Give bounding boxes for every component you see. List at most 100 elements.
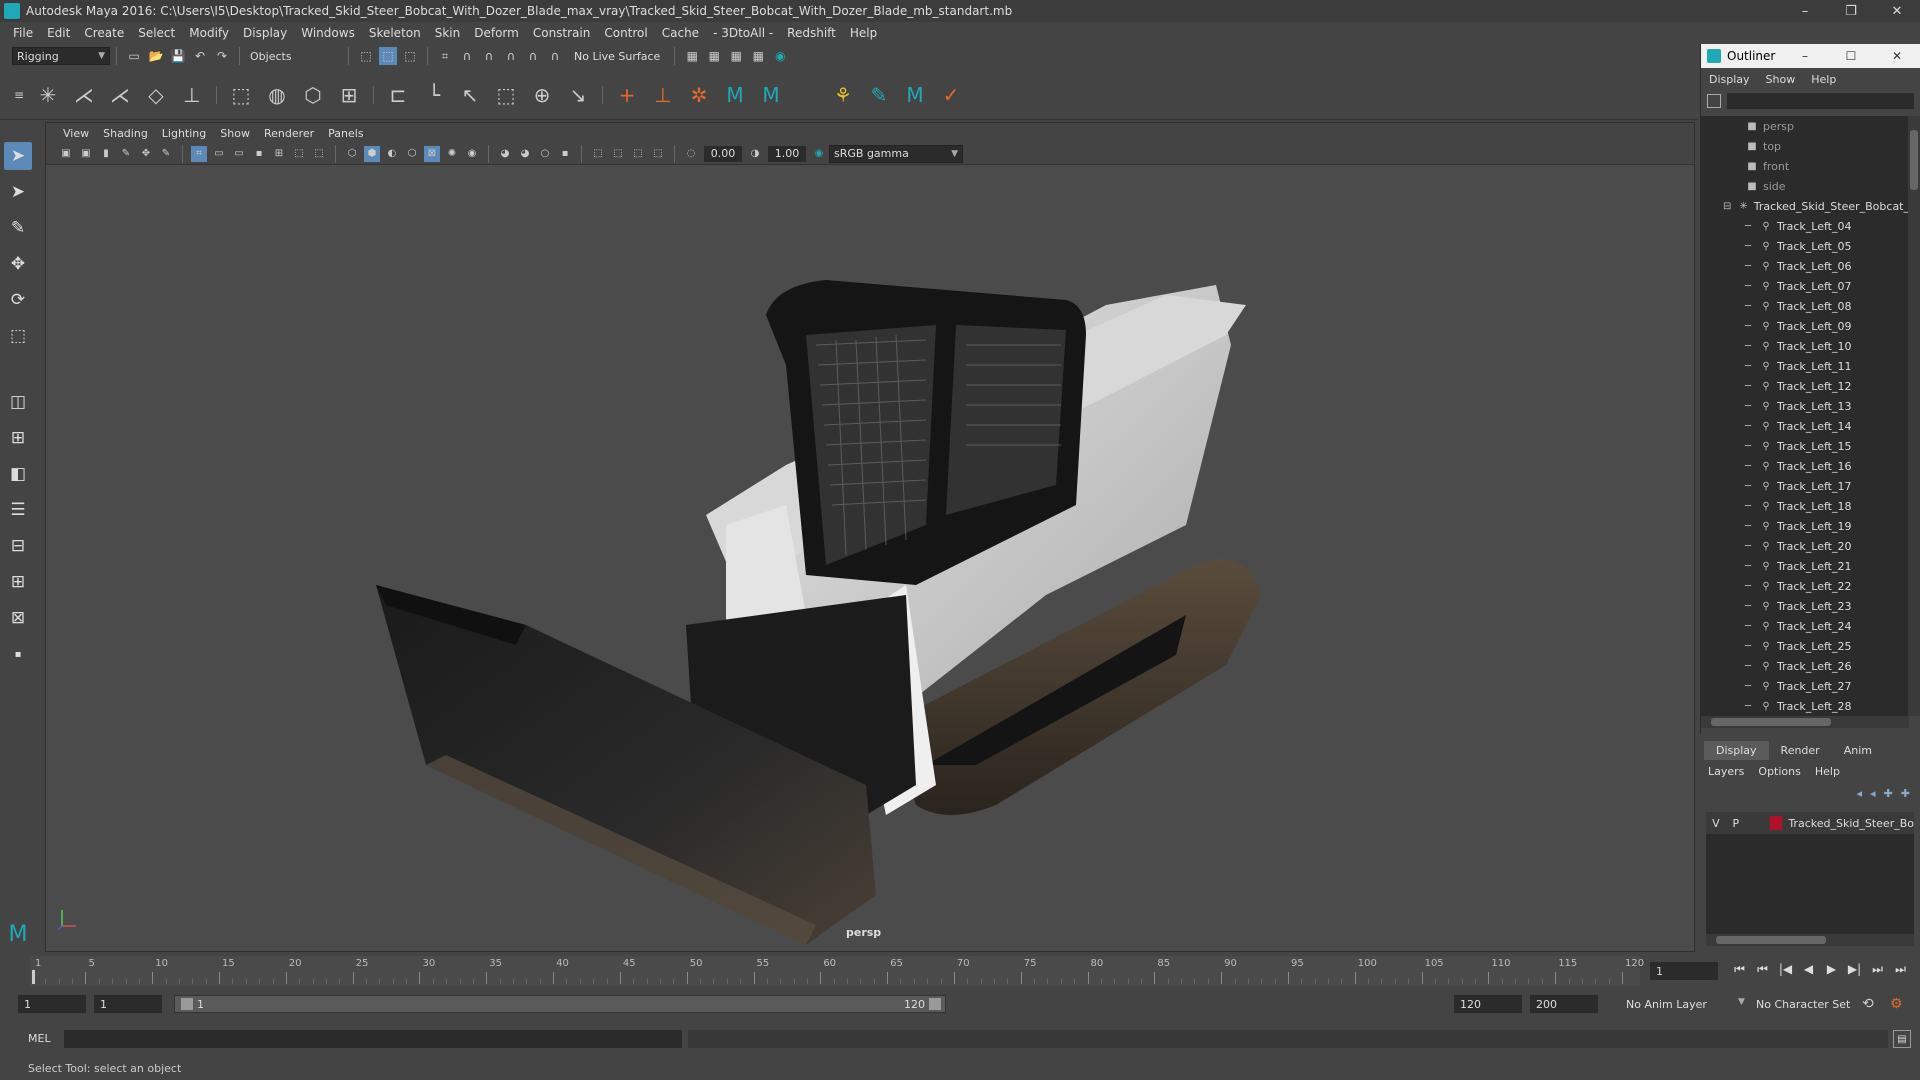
select-hierarchy-icon[interactable]: ⬚: [357, 47, 375, 65]
outliner-search-input[interactable]: [1727, 93, 1914, 109]
two-d-pan-icon[interactable]: ✥: [138, 146, 154, 162]
tree-row-item[interactable]: ─ ⚲ Track_Left_24: [1701, 616, 1909, 636]
menu-3dtoall[interactable]: - 3DtoAll -: [713, 26, 773, 40]
new-scene-icon[interactable]: ▭: [125, 47, 143, 65]
bookmark-icon[interactable]: ▮: [98, 146, 114, 162]
outliner-menu-show[interactable]: Show: [1766, 73, 1796, 86]
single-view-icon[interactable]: ◫: [4, 388, 32, 416]
auto-key-icon[interactable]: ⟲: [1862, 996, 1874, 1012]
menu-deform[interactable]: Deform: [474, 26, 519, 40]
tab-anim[interactable]: Anim: [1832, 741, 1884, 760]
move-tool-icon[interactable]: ✥: [4, 250, 32, 278]
motion-blur-icon[interactable]: ◕: [517, 146, 533, 162]
tree-row-item[interactable]: ─ ⚲ Track_Left_12: [1701, 376, 1909, 396]
move-layer-down-icon[interactable]: ◂: [1870, 787, 1876, 800]
tree-row-item[interactable]: ─ ⚲ Track_Left_16: [1701, 456, 1909, 476]
move-layer-up-icon[interactable]: ◂: [1857, 787, 1863, 800]
gamma-field[interactable]: 1.00: [768, 145, 806, 162]
viewport-menu-panels[interactable]: Panels: [328, 127, 363, 140]
grid-toggle-icon[interactable]: ⌗: [191, 145, 207, 162]
safe-title-icon[interactable]: ⬚: [311, 146, 327, 162]
tree-row-item[interactable]: ─ ⚲ Track_Left_05: [1701, 236, 1909, 256]
character-set-dropdown[interactable]: No Character Set: [1750, 995, 1868, 1013]
safe-action-icon[interactable]: ⬚: [291, 146, 307, 162]
save-scene-icon[interactable]: 💾: [169, 47, 187, 65]
tree-row-item[interactable]: ─ ⚲ Track_Left_14: [1701, 416, 1909, 436]
outliner-menu-display[interactable]: Display: [1709, 73, 1750, 86]
make-live-icon[interactable]: ∩: [546, 47, 564, 65]
snap-surface-icon[interactable]: ∩: [524, 47, 542, 65]
mirror-joint-icon[interactable]: ◇: [141, 80, 171, 110]
step-forward-frame-icon[interactable]: ▶|: [1843, 962, 1866, 977]
field-chart-icon[interactable]: ⊞: [271, 146, 287, 162]
anti-alias-icon[interactable]: ○: [537, 146, 553, 162]
viewport-canvas[interactable]: persp: [46, 165, 1694, 951]
minimize-button[interactable]: –: [1782, 44, 1828, 68]
play-forwards-icon[interactable]: ▶: [1820, 962, 1843, 977]
playback-end-field[interactable]: 120: [1454, 995, 1522, 1013]
paint-weights-icon[interactable]: ◍: [262, 80, 292, 110]
camera-icon[interactable]: ▣: [58, 146, 74, 162]
viewport-menu-renderer[interactable]: Renderer: [264, 127, 314, 140]
start-time-field[interactable]: 1: [18, 995, 86, 1013]
open-scene-icon[interactable]: 📂: [147, 47, 165, 65]
close-button[interactable]: ✕: [1874, 44, 1920, 68]
tree-row-item[interactable]: ─ ⚲ Track_Left_19: [1701, 516, 1909, 536]
exposure-icon[interactable]: ◌: [683, 146, 699, 162]
lights-icon[interactable]: ✺: [444, 146, 460, 162]
paint-select-icon[interactable]: ✎: [4, 214, 32, 242]
anim-layer-dropdown[interactable]: No Anim Layer: [1620, 995, 1740, 1013]
viewport-menu-shading[interactable]: Shading: [103, 127, 148, 140]
tree-row-item[interactable]: ─ ⚲ Track_Left_25: [1701, 636, 1909, 656]
render-frame-icon[interactable]: ▦: [705, 47, 723, 65]
play-backwards-icon[interactable]: ◀: [1797, 962, 1820, 977]
select-component-icon[interactable]: ⬚: [401, 47, 419, 65]
isolate-select-icon[interactable]: ⬚: [590, 146, 606, 162]
smooth-shade-icon[interactable]: ⬢: [364, 145, 380, 162]
skeleton-icon[interactable]: ✲: [684, 80, 714, 110]
tree-row-item[interactable]: ─ ⚲ Track_Left_13: [1701, 396, 1909, 416]
range-end-handle[interactable]: [929, 998, 941, 1010]
tree-row-item[interactable]: ─ ⚲ Track_Left_18: [1701, 496, 1909, 516]
menu-select[interactable]: Select: [138, 26, 175, 40]
locator-icon[interactable]: +: [612, 80, 642, 110]
range-start-handle[interactable]: [181, 998, 193, 1010]
shelf-menu-icon[interactable]: ≡: [11, 80, 27, 110]
current-time-indicator[interactable]: [32, 970, 35, 984]
paint-skin-icon[interactable]: ✎: [864, 80, 894, 110]
backface-icon[interactable]: ⬚: [650, 146, 666, 162]
viewport-menu-show[interactable]: Show: [220, 127, 250, 140]
layer-visibility-toggle[interactable]: V: [1706, 817, 1726, 830]
menu-file[interactable]: File: [13, 26, 33, 40]
lasso-tool-icon[interactable]: ➤: [4, 178, 32, 206]
playback-start-field[interactable]: 1: [94, 995, 162, 1013]
scale-constraint-icon[interactable]: ⬚: [491, 80, 521, 110]
camera-attributes-icon[interactable]: ▣: [78, 146, 94, 162]
time-ruler[interactable]: 1 5 10 15 20 25 30 35 40 45 50 55 60 65 70 75 80 85 90 95 10…: [30, 956, 1644, 986]
layer-menu-help[interactable]: Help: [1815, 765, 1840, 778]
tree-row-camera[interactable]: ■ side: [1701, 176, 1909, 196]
textured-icon[interactable]: ⊠: [424, 145, 440, 162]
render-settings-icon[interactable]: ▦: [749, 47, 767, 65]
ik-spline-icon[interactable]: ⋌: [105, 80, 135, 110]
outliner-tree[interactable]: ■ persp ■ top ■ front ■ side ⊟ ✳ Tracked_Skid_Stee…: [1701, 116, 1909, 716]
select-object-icon[interactable]: ⬚: [379, 47, 397, 65]
tree-row-item[interactable]: ─ ⚲ Track_Left_23: [1701, 596, 1909, 616]
tree-row-item[interactable]: ─ ⚲ Track_Left_20: [1701, 536, 1909, 556]
scale-tool-icon[interactable]: ⬚: [4, 322, 32, 350]
menu-skin[interactable]: Skin: [435, 26, 461, 40]
preferences-icon[interactable]: ⚙: [1890, 996, 1903, 1012]
end-time-field[interactable]: 200: [1530, 995, 1598, 1013]
command-input[interactable]: [64, 1030, 682, 1048]
restore-button[interactable]: ❐: [1828, 0, 1874, 22]
rotate-tool-icon[interactable]: ⟳: [4, 286, 32, 314]
redo-icon[interactable]: ↷: [213, 47, 231, 65]
gate-mask-icon[interactable]: ▪: [251, 146, 267, 162]
mel-language-toggle[interactable]: MEL: [28, 1032, 51, 1045]
tree-row-item[interactable]: ─ ⚲ Track_Left_08: [1701, 296, 1909, 316]
bounding-box-icon[interactable]: ⬡: [404, 146, 420, 162]
hypershade-view-icon[interactable]: ⊠: [4, 604, 32, 632]
new-layer-icon[interactable]: ✚: [1884, 787, 1893, 800]
menu-skeleton[interactable]: Skeleton: [369, 26, 421, 40]
blend-shape-icon[interactable]: ⚘: [828, 80, 858, 110]
